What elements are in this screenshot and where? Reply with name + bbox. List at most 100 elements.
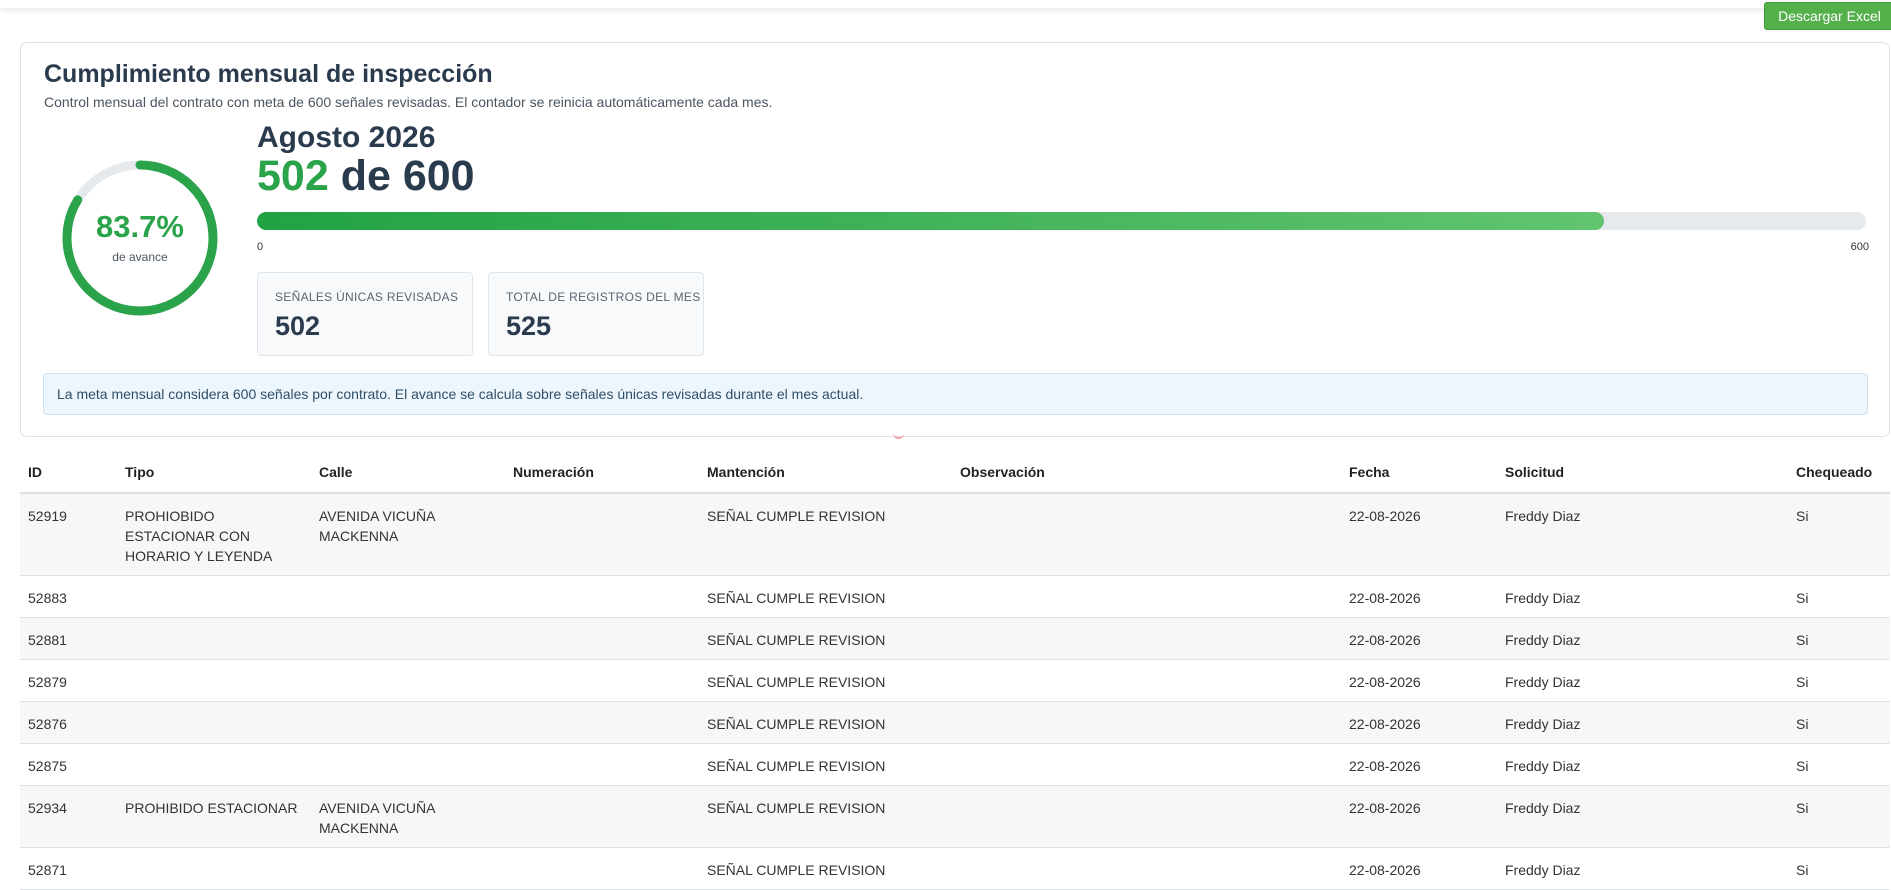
table-cell: SEÑAL CUMPLE REVISION bbox=[699, 493, 952, 576]
of-text: de bbox=[340, 152, 391, 200]
table-cell: Si bbox=[1788, 701, 1890, 744]
table-cell bbox=[117, 575, 311, 618]
table-cell: SEÑAL CUMPLE REVISION bbox=[699, 847, 952, 890]
table-row[interactable]: 52883 SEÑAL CUMPLE REVISION 22-08-2026 Fred… bbox=[20, 575, 1890, 618]
col-header[interactable]: Calle bbox=[311, 452, 505, 494]
table-cell: SEÑAL CUMPLE REVISION bbox=[699, 785, 952, 848]
table-cell: 52879 bbox=[20, 659, 117, 702]
table-cell bbox=[117, 847, 311, 890]
table-cell bbox=[311, 847, 505, 890]
table-cell: SEÑAL CUMPLE REVISION bbox=[699, 659, 952, 702]
table-cell bbox=[311, 743, 505, 786]
table-cell bbox=[952, 743, 1341, 786]
table-cell bbox=[311, 701, 505, 744]
stat-unique-signals: SEÑALES ÚNICAS REVISADAS 502 bbox=[257, 272, 473, 356]
table-cell bbox=[117, 743, 311, 786]
table-cell bbox=[311, 617, 505, 660]
col-header[interactable]: Tipo bbox=[117, 452, 311, 494]
col-header[interactable]: ID bbox=[20, 452, 117, 494]
progress-bar-fill bbox=[257, 212, 1604, 230]
col-header[interactable]: Solicitud bbox=[1497, 452, 1788, 494]
table-cell: 52871 bbox=[20, 847, 117, 890]
table-cell: SEÑAL CUMPLE REVISION bbox=[699, 701, 952, 744]
table-cell: Freddy Diaz bbox=[1497, 701, 1788, 744]
table-row[interactable]: 52875 SEÑAL CUMPLE REVISION 22-08-2026 Fred… bbox=[20, 743, 1890, 786]
stat-value: 502 bbox=[275, 311, 321, 341]
table-cell bbox=[505, 493, 699, 576]
progress-bar bbox=[257, 212, 1866, 230]
top-bar bbox=[0, 0, 1891, 8]
download-excel-button[interactable]: Descargar Excel bbox=[1764, 2, 1891, 30]
loading-indicator bbox=[893, 432, 904, 439]
compliance-card: Cumplimiento mensual de inspección Contr… bbox=[20, 42, 1890, 437]
table-cell: Freddy Diaz bbox=[1497, 659, 1788, 702]
col-header[interactable]: Numeración bbox=[505, 452, 699, 494]
table-cell bbox=[311, 575, 505, 618]
table-row[interactable]: 52881 SEÑAL CUMPLE REVISION 22-08-2026 Fred… bbox=[20, 617, 1890, 660]
table-cell: Si bbox=[1788, 743, 1890, 786]
table-header: ID Tipo Calle Numeración Mantención Obse… bbox=[20, 452, 1890, 494]
percent-value: 83.7% bbox=[96, 209, 184, 244]
table-cell: 52876 bbox=[20, 701, 117, 744]
table-cell bbox=[117, 701, 311, 744]
table-cell bbox=[505, 659, 699, 702]
table-row[interactable]: 52879 SEÑAL CUMPLE REVISION 22-08-2026 Fred… bbox=[20, 659, 1890, 702]
goal-count: 600 bbox=[402, 152, 475, 200]
table-cell: Freddy Diaz bbox=[1497, 743, 1788, 786]
col-header[interactable]: Chequeado bbox=[1788, 452, 1890, 494]
stat-value: 525 bbox=[506, 311, 552, 341]
month-label: Agosto 2026 bbox=[257, 121, 436, 154]
table-cell bbox=[117, 617, 311, 660]
table-cell bbox=[117, 659, 311, 702]
table-cell bbox=[505, 575, 699, 618]
info-note: La meta mensual considera 600 señales po… bbox=[43, 373, 1868, 415]
stat-label: SEÑALES ÚNICAS REVISADAS bbox=[275, 290, 459, 304]
percent-caption: de avance bbox=[112, 250, 168, 264]
table-cell bbox=[311, 659, 505, 702]
inspections-table: ID Tipo Calle Numeración Mantención Obse… bbox=[20, 452, 1890, 890]
table-row[interactable]: 52876 SEÑAL CUMPLE REVISION 22-08-2026 Fred… bbox=[20, 701, 1890, 744]
table-cell bbox=[505, 743, 699, 786]
stat-total-records: TOTAL DE REGISTROS DEL MES 525 bbox=[488, 272, 704, 356]
table-cell: Si bbox=[1788, 785, 1890, 848]
table-cell: 52881 bbox=[20, 617, 117, 660]
table-row[interactable]: 52871 SEÑAL CUMPLE REVISION 22-08-2026 Fred… bbox=[20, 847, 1890, 890]
table-cell: 52934 bbox=[20, 785, 117, 848]
table-cell: Si bbox=[1788, 575, 1890, 618]
done-count: 502 bbox=[257, 152, 329, 200]
table-cell: Si bbox=[1788, 659, 1890, 702]
progress-min: 0 bbox=[257, 241, 264, 253]
table-row[interactable]: 52919 PROHIOBIDO ESTACIONAR CON HORARIO Y… bbox=[20, 493, 1890, 576]
table-cell bbox=[505, 701, 699, 744]
table-cell: AVENIDA VICUÑA MACKENNA bbox=[311, 493, 505, 576]
table-row[interactable]: 52934 PROHIBIDO ESTACIONAR AVENIDA VICUÑA … bbox=[20, 785, 1890, 848]
table-cell: 22-08-2026 bbox=[1341, 701, 1497, 744]
table-cell bbox=[505, 617, 699, 660]
table-cell bbox=[952, 617, 1341, 660]
progress-donut: 83.7% de avance bbox=[59, 157, 221, 319]
table-cell: Freddy Diaz bbox=[1497, 493, 1788, 576]
col-header[interactable]: Fecha bbox=[1341, 452, 1497, 494]
table-cell: 22-08-2026 bbox=[1341, 659, 1497, 702]
table-cell bbox=[505, 847, 699, 890]
col-header[interactable]: Observación bbox=[952, 452, 1341, 494]
table-cell: 52919 bbox=[20, 493, 117, 576]
table-cell bbox=[505, 785, 699, 848]
table-cell: Si bbox=[1788, 617, 1890, 660]
table-cell: Si bbox=[1788, 847, 1890, 890]
card-title: Cumplimiento mensual de inspección bbox=[44, 60, 493, 88]
stat-label: TOTAL DE REGISTROS DEL MES bbox=[506, 290, 701, 304]
col-header[interactable]: Mantención bbox=[699, 452, 952, 494]
progress-count: 502 de 600 bbox=[257, 152, 475, 201]
table-cell: PROHIBIDO ESTACIONAR bbox=[117, 785, 311, 848]
table-cell bbox=[952, 847, 1341, 890]
table-cell: 52883 bbox=[20, 575, 117, 618]
table-cell: Si bbox=[1788, 493, 1890, 576]
progress-max: 600 bbox=[1850, 241, 1869, 253]
table-cell: 22-08-2026 bbox=[1341, 493, 1497, 576]
table-cell bbox=[952, 659, 1341, 702]
card-subtitle: Control mensual del contrato con meta de… bbox=[44, 94, 773, 110]
table-cell: 22-08-2026 bbox=[1341, 847, 1497, 890]
table-cell: SEÑAL CUMPLE REVISION bbox=[699, 743, 952, 786]
table-cell: Freddy Diaz bbox=[1497, 575, 1788, 618]
